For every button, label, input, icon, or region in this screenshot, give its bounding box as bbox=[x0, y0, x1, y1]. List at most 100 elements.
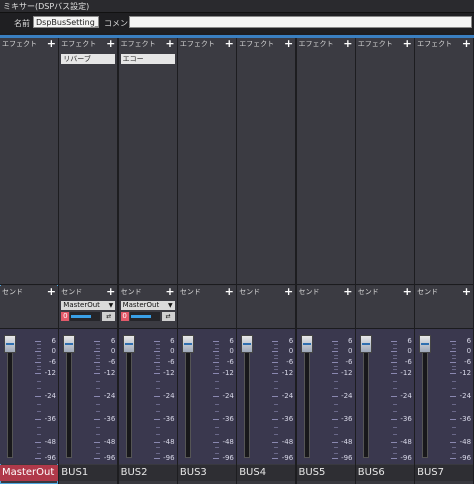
fader-track[interactable] bbox=[184, 335, 191, 458]
scale-tick bbox=[331, 396, 338, 397]
mixer-strip[interactable]: エフェクト + リバーブ センド + MasterOut ▼ 0 ⇄ 6 0 -6 -12 -24 -36 -… bbox=[59, 37, 118, 484]
send-level-slider[interactable] bbox=[70, 312, 101, 321]
add-effect-button[interactable]: + bbox=[225, 37, 234, 50]
send-level-slider[interactable] bbox=[129, 312, 160, 321]
fader-knob[interactable] bbox=[63, 335, 76, 353]
send-mode-icon[interactable]: ⇄ bbox=[161, 312, 175, 321]
scale-minor-tick bbox=[392, 403, 397, 405]
fader-track[interactable] bbox=[125, 335, 132, 458]
fader-track[interactable] bbox=[244, 335, 251, 458]
scale-tick bbox=[94, 419, 101, 420]
level-meter: 6 0 -6 -12 -24 -36 -48 -96 bbox=[315, 335, 355, 462]
send-target-dropdown[interactable]: MasterOut ▼ bbox=[61, 301, 116, 310]
scale-tick bbox=[35, 351, 41, 352]
bus-name-tab[interactable]: BUS3 bbox=[177, 465, 236, 481]
send-target-label: MasterOut bbox=[122, 301, 160, 309]
scale-label: -96 bbox=[103, 454, 116, 462]
mixer-strip[interactable]: エフェクト + センド +6 0 -6 -12 -24 -36 -48 -96 BUS5 bbox=[296, 37, 355, 484]
add-send-button[interactable]: + bbox=[47, 285, 56, 298]
fader-track[interactable] bbox=[303, 335, 310, 458]
scale-minor-tick bbox=[214, 434, 219, 436]
send-label: センド bbox=[417, 288, 439, 296]
scale-minor-tick bbox=[333, 411, 338, 413]
scale-minor-tick bbox=[155, 358, 160, 360]
scale-tick bbox=[331, 373, 338, 374]
scale-tick bbox=[390, 351, 397, 352]
effect-slot[interactable]: エコー bbox=[120, 54, 175, 64]
fader-knob[interactable] bbox=[419, 335, 432, 353]
add-send-button[interactable]: + bbox=[165, 285, 174, 298]
scale-tick bbox=[35, 373, 41, 374]
fader-track[interactable] bbox=[362, 335, 369, 458]
fader-track[interactable] bbox=[422, 335, 429, 458]
add-effect-button[interactable]: + bbox=[47, 37, 56, 50]
fader-knob[interactable] bbox=[122, 335, 135, 353]
scale-label: 0 bbox=[110, 347, 116, 355]
send-target-label: MasterOut bbox=[63, 301, 100, 309]
scale-minor-tick bbox=[155, 434, 160, 436]
add-effect-button[interactable]: + bbox=[403, 37, 412, 50]
scale-minor-tick bbox=[214, 358, 219, 360]
fader-knob[interactable] bbox=[359, 335, 372, 353]
add-send-button[interactable]: + bbox=[225, 285, 234, 298]
add-effect-button[interactable]: + bbox=[165, 37, 174, 50]
fader-knob[interactable] bbox=[4, 335, 16, 353]
send-area: センド + bbox=[355, 285, 414, 329]
send-level-fill bbox=[130, 315, 151, 318]
scale-tick bbox=[272, 458, 279, 459]
add-send-button[interactable]: + bbox=[343, 285, 352, 298]
fader-track[interactable] bbox=[7, 335, 13, 458]
mixer-strip[interactable]: エフェクト + センド +6 0 -6 -12 -24 -36 -48 -96 BUS6 bbox=[355, 37, 414, 484]
add-effect-button[interactable]: + bbox=[284, 37, 293, 50]
bus-name-tab[interactable]: BUS5 bbox=[296, 465, 355, 481]
send-target-dropdown[interactable]: MasterOut ▼ bbox=[120, 301, 175, 310]
scale-label: -96 bbox=[163, 454, 175, 462]
level-meter: 6 0 -6 -12 -24 -36 -48 -96 bbox=[196, 335, 236, 462]
bus-name-tab[interactable]: BUS7 bbox=[415, 465, 474, 481]
fader-knob[interactable] bbox=[181, 335, 194, 353]
send-level-value[interactable]: 0 bbox=[61, 312, 70, 321]
send-mode-icon[interactable]: ⇄ bbox=[102, 312, 116, 321]
effect-label: エフェクト bbox=[239, 40, 275, 48]
add-send-button[interactable]: + bbox=[106, 285, 115, 298]
mixer-strip[interactable]: エフェクト + センド +6 0 -6 -12 -24 -36 -48 -96 MasterOut bbox=[0, 37, 58, 484]
scale-label: -12 bbox=[341, 369, 353, 377]
mixer-strip[interactable]: エフェクト + センド +6 0 -6 -12 -24 -36 -48 -96 BUS7 bbox=[415, 37, 474, 484]
effect-header: エフェクト + bbox=[178, 37, 236, 50]
fader-track[interactable] bbox=[66, 335, 73, 458]
add-effect-button[interactable]: + bbox=[462, 37, 471, 50]
effect-area: エフェクト + bbox=[177, 37, 236, 285]
name-field[interactable]: DspBusSetting_0 bbox=[33, 16, 99, 28]
add-send-button[interactable]: + bbox=[403, 285, 412, 298]
send-level-value[interactable]: 0 bbox=[120, 312, 129, 321]
send-header: センド + bbox=[119, 285, 177, 298]
bus-name-tab[interactable]: MasterOut bbox=[0, 465, 58, 481]
bus-name-tab[interactable]: BUS2 bbox=[118, 465, 177, 481]
add-effect-button[interactable]: + bbox=[343, 37, 352, 50]
scale-label: 0 bbox=[348, 347, 353, 355]
bus-name-tab[interactable]: BUS1 bbox=[59, 465, 118, 481]
scale-minor-tick bbox=[452, 403, 457, 405]
scale-tick bbox=[153, 396, 160, 397]
comment-field[interactable] bbox=[129, 16, 472, 28]
bus-name-tab[interactable]: BUS6 bbox=[355, 465, 414, 481]
scale-minor-tick bbox=[392, 344, 397, 346]
add-send-button[interactable]: + bbox=[284, 285, 293, 298]
add-send-button[interactable]: + bbox=[462, 285, 471, 298]
scale-minor-tick bbox=[37, 358, 41, 360]
mixer-strip[interactable]: エフェクト + センド +6 0 -6 -12 -24 -36 -48 -96 BUS3 bbox=[177, 37, 236, 484]
fader-knob[interactable] bbox=[241, 335, 254, 353]
scale-minor-tick bbox=[155, 344, 160, 346]
scale-tick bbox=[153, 362, 160, 363]
fader-knob[interactable] bbox=[300, 335, 313, 353]
scale-tick bbox=[35, 442, 41, 443]
effect-slot[interactable]: リバーブ bbox=[61, 54, 116, 64]
bus-name-tab[interactable]: BUS4 bbox=[237, 465, 296, 481]
mixer-strip[interactable]: エフェクト + エコー センド + MasterOut ▼ 0 ⇄ 6 0 -6 -12 -24 -36 -4… bbox=[118, 37, 177, 484]
scale-minor-tick bbox=[452, 411, 457, 413]
mixer-strip[interactable]: エフェクト + センド +6 0 -6 -12 -24 -36 -48 -96 BUS4 bbox=[237, 37, 296, 484]
scale-minor-tick bbox=[37, 452, 41, 454]
scale-minor-tick bbox=[392, 447, 397, 449]
scale-minor-tick bbox=[37, 347, 41, 349]
add-effect-button[interactable]: + bbox=[106, 37, 115, 50]
